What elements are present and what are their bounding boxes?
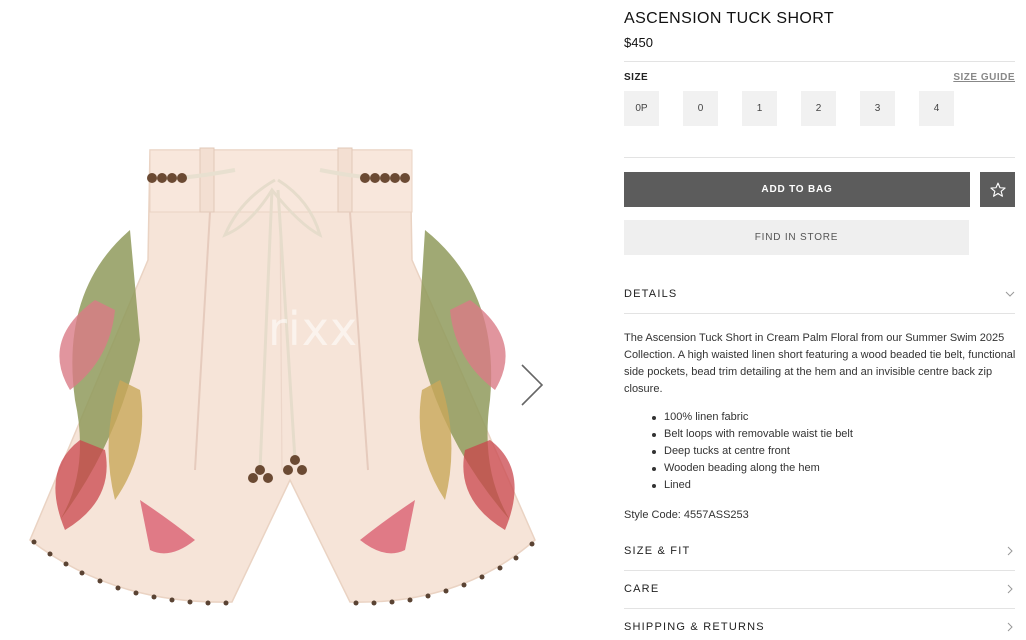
divider bbox=[624, 313, 1015, 314]
product-title: ASCENSION TUCK SHORT bbox=[624, 10, 835, 27]
list-item: Deep tucks at centre front bbox=[652, 443, 853, 460]
feature-list: 100% linen fabric Belt loops with remova… bbox=[652, 409, 853, 494]
divider bbox=[624, 608, 1015, 609]
care-accordion[interactable]: CARE bbox=[624, 581, 1015, 601]
add-to-bag-button[interactable]: ADD TO BAG bbox=[624, 172, 970, 207]
size-option-4[interactable]: 4 bbox=[919, 91, 954, 126]
size-option-3[interactable]: 3 bbox=[860, 91, 895, 126]
divider bbox=[624, 570, 1015, 571]
wishlist-button[interactable] bbox=[980, 172, 1015, 207]
size-label: SIZE bbox=[624, 72, 649, 83]
size-option-0p[interactable]: 0P bbox=[624, 91, 659, 126]
shipping-returns-accordion[interactable]: SHIPPING & RETURNS bbox=[624, 619, 1015, 639]
list-item: Belt loops with removable waist tie belt bbox=[652, 426, 853, 443]
list-item: 100% linen fabric bbox=[652, 409, 853, 426]
chevron-right-icon bbox=[1007, 622, 1013, 632]
product-description: The Ascension Tuck Short in Cream Palm F… bbox=[624, 332, 1016, 395]
chevron-right-icon bbox=[1007, 584, 1013, 594]
watermark: rixx bbox=[268, 302, 359, 356]
product-image bbox=[29, 147, 536, 606]
list-item: Wooden beading along the hem bbox=[652, 460, 853, 477]
size-option-2[interactable]: 2 bbox=[801, 91, 836, 126]
product-gallery: rixx bbox=[0, 0, 600, 640]
find-in-store-button[interactable]: FIND IN STORE bbox=[624, 220, 969, 255]
size-fit-label: SIZE & FIT bbox=[624, 545, 691, 557]
product-price: $450 bbox=[624, 35, 653, 50]
divider bbox=[624, 61, 1015, 62]
list-item: Lined bbox=[652, 477, 853, 494]
chevron-down-icon bbox=[1005, 291, 1015, 297]
care-label: CARE bbox=[624, 583, 660, 595]
size-option-1[interactable]: 1 bbox=[742, 91, 777, 126]
chevron-right-icon[interactable] bbox=[516, 362, 546, 408]
size-fit-accordion[interactable]: SIZE & FIT bbox=[624, 543, 1015, 563]
shipping-returns-label: SHIPPING & RETURNS bbox=[624, 621, 765, 633]
star-icon bbox=[989, 182, 1006, 197]
details-label: DETAILS bbox=[624, 288, 678, 300]
size-option-0[interactable]: 0 bbox=[683, 91, 718, 126]
product-details-panel: ASCENSION TUCK SHORT $450 SIZE SIZE GUID… bbox=[624, 0, 1016, 640]
chevron-right-icon bbox=[1007, 546, 1013, 556]
details-accordion[interactable]: DETAILS bbox=[624, 286, 1015, 306]
size-guide-link[interactable]: SIZE GUIDE bbox=[953, 72, 1015, 83]
size-options: 0P 0 1 2 3 4 bbox=[624, 91, 954, 126]
divider bbox=[624, 157, 1015, 158]
style-code: Style Code: 4557ASS253 bbox=[624, 509, 749, 521]
